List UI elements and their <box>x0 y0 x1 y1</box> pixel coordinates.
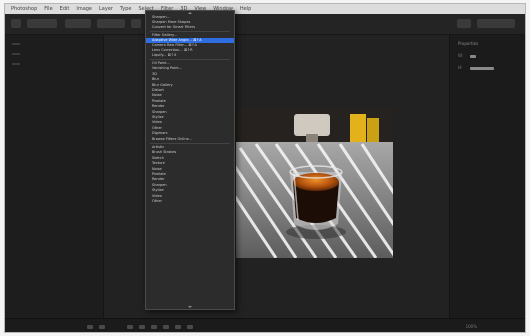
menu-item[interactable]: Blur Gallery <box>146 83 234 88</box>
options-bar <box>5 14 525 35</box>
menu-item[interactable]: Render <box>146 177 234 182</box>
menu-item[interactable]: Liquify... ⌘↑X <box>146 53 234 58</box>
menu-file[interactable]: File <box>44 6 52 12</box>
menu-item[interactable]: Video <box>146 120 234 125</box>
menu-item[interactable]: Other <box>146 199 234 204</box>
menu-edit[interactable]: Edit <box>60 6 70 12</box>
menu-item[interactable]: Oil Paint... <box>146 61 234 66</box>
menu-item[interactable]: Convert for Smart Filters <box>146 25 234 30</box>
scroll-down-icon[interactable] <box>188 306 192 308</box>
menu-item[interactable]: Sketch <box>146 156 234 161</box>
menu-item[interactable]: Stylize <box>146 115 234 120</box>
tool-icon[interactable] <box>12 63 20 65</box>
menu-item[interactable]: 3D <box>146 72 234 77</box>
menu-item[interactable]: Distort <box>146 88 234 93</box>
menu-bar: Photoshop File Edit Image Layer Type Sel… <box>5 4 525 14</box>
menu-help[interactable]: Help <box>240 6 251 12</box>
frame-button[interactable] <box>127 325 133 329</box>
tool-icon[interactable] <box>12 43 20 45</box>
tool-option-field[interactable] <box>65 19 91 28</box>
tools-panel <box>5 35 104 318</box>
menu-item[interactable]: Render <box>146 104 234 109</box>
tool-option-toggle[interactable] <box>131 19 141 28</box>
menu-item[interactable]: Texture <box>146 161 234 166</box>
menu-item[interactable]: Digimarc <box>146 131 234 136</box>
height-value[interactable] <box>470 67 494 70</box>
menu-item[interactable]: Artistic <box>146 145 234 150</box>
espresso-photo <box>236 108 393 258</box>
menu-item[interactable]: Noise <box>146 93 234 98</box>
nav-button[interactable] <box>99 325 105 329</box>
menu-item[interactable]: Sharpen <box>146 110 234 115</box>
frame-button[interactable] <box>139 325 145 329</box>
width-value[interactable] <box>470 55 476 58</box>
menu-layer[interactable]: Layer <box>99 6 113 12</box>
nav-button[interactable] <box>87 325 93 329</box>
frame-button[interactable] <box>175 325 181 329</box>
tool-preset-icon[interactable] <box>11 19 21 28</box>
menu-separator <box>150 59 230 60</box>
menu-separator <box>150 31 230 32</box>
properties-title: Properties <box>458 41 479 46</box>
menu-item[interactable]: Noise <box>146 167 234 172</box>
scroll-up-icon[interactable] <box>188 12 192 14</box>
properties-panel: Properties W: H: <box>449 35 525 318</box>
zoom-level: 100% <box>465 324 477 329</box>
workspace-switcher[interactable] <box>477 19 515 28</box>
frame-button[interactable] <box>151 325 157 329</box>
height-label: H: <box>458 65 463 70</box>
menu-item[interactable]: Sharpen <box>146 183 234 188</box>
canvas-photo <box>236 108 393 258</box>
menu-item[interactable]: Pixelate <box>146 99 234 104</box>
app-window: Photoshop File Edit Image Layer Type Sel… <box>4 3 526 333</box>
menu-item[interactable]: Video <box>146 194 234 199</box>
tool-option-field[interactable] <box>27 19 57 28</box>
filter-menu: Sharpen... Sharpen More Shapes Convert for… <box>145 10 235 310</box>
menu-item[interactable]: Vanishing Point... <box>146 66 234 71</box>
menu-image[interactable]: Image <box>76 6 92 12</box>
menu-item[interactable]: Blur <box>146 77 234 82</box>
menu-item[interactable]: Browse Filters Online... <box>146 137 234 142</box>
status-bar: 100% <box>5 318 525 332</box>
menu-separator <box>150 143 230 144</box>
width-label: W: <box>458 53 464 58</box>
menu-item[interactable]: Stylize <box>146 188 234 193</box>
menu-item[interactable]: Brush Strokes <box>146 150 234 155</box>
menu-item[interactable]: Other <box>146 126 234 131</box>
tool-icon[interactable] <box>12 53 20 55</box>
menu-item[interactable]: Pixelate <box>146 172 234 177</box>
menu-app[interactable]: Photoshop <box>11 6 37 12</box>
menu-type[interactable]: Type <box>120 6 131 12</box>
frame-button[interactable] <box>187 325 193 329</box>
workspace-icon[interactable] <box>457 19 471 28</box>
frame-button[interactable] <box>163 325 169 329</box>
tool-option-field[interactable] <box>97 19 125 28</box>
